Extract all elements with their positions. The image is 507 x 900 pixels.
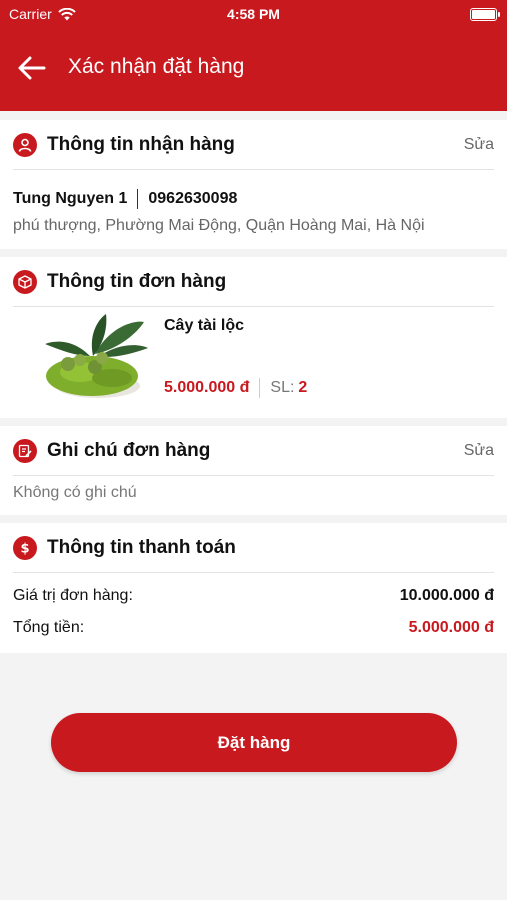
edit-receiver-button[interactable]: Sửa [464,136,494,154]
product-meta: 5.000.000 đ SL: 2 [164,378,307,398]
total-label: Tổng tiền: [13,619,85,636]
payment-title: Thông tin thanh toán [47,536,236,558]
dollar-icon: $ [13,535,37,560]
svg-text:$: $ [20,541,29,555]
quantity-label: SL: [270,379,295,396]
order-value-label: Giá trị đơn hàng: [13,587,133,604]
edit-note-button[interactable]: Sửa [464,442,494,460]
payment-header: $ Thông tin thanh toán [13,523,494,573]
nav-bar: Xác nhận đặt hàng [0,28,507,111]
page-title: Xác nhận đặt hàng [68,55,245,78]
total-value: 5.000.000 đ [408,619,494,636]
box-icon [13,269,37,294]
quantity-value: 2 [298,379,308,396]
receiver-contact: Tung Nguyen 1 0962630098 [13,189,237,209]
product-price: 5.000.000 đ [164,379,250,396]
note-title: Ghi chú đơn hàng [47,439,211,461]
user-icon [13,132,37,157]
status-time: 4:58 PM [227,6,280,22]
receiver-address: phú thượng, Phường Mai Động, Quận Hoàng … [13,217,425,234]
note-section: Ghi chú đơn hàng Sửa Không có ghi chú [0,426,507,515]
order-header: Thông tin đơn hàng [13,257,494,307]
place-order-button[interactable]: Đặt hàng [51,713,457,772]
order-title: Thông tin đơn hàng [47,270,227,292]
note-edit-icon [13,438,37,463]
status-bar: Carrier 4:58 PM [0,0,507,28]
order-section: Thông tin đơn hàng Cây tài lộc 5.000.000… [0,257,507,418]
note-header: Ghi chú đơn hàng Sửa [13,426,494,476]
receiver-phone: 0962630098 [148,190,238,207]
contact-divider [137,189,139,209]
battery-icon [470,8,500,21]
meta-divider [259,378,261,398]
receiver-header: Thông tin nhận hàng Sửa [13,120,494,170]
order-value: 10.000.000 đ [399,587,494,604]
product-name: Cây tài lộc [164,317,245,334]
note-text: Không có ghi chú [13,484,137,501]
receiver-section: Thông tin nhận hàng Sửa Tung Nguyen 1 09… [0,120,507,249]
order-value-row: Giá trị đơn hàng: 10.000.000 đ [13,587,494,605]
back-arrow-icon[interactable] [16,54,48,82]
product-image [45,314,148,398]
receiver-title: Thông tin nhận hàng [47,133,235,155]
receiver-name: Tung Nguyen 1 [13,190,128,207]
payment-section: $ Thông tin thanh toán Giá trị đơn hàng:… [0,523,507,653]
total-row: Tổng tiền: 5.000.000 đ [13,619,494,637]
